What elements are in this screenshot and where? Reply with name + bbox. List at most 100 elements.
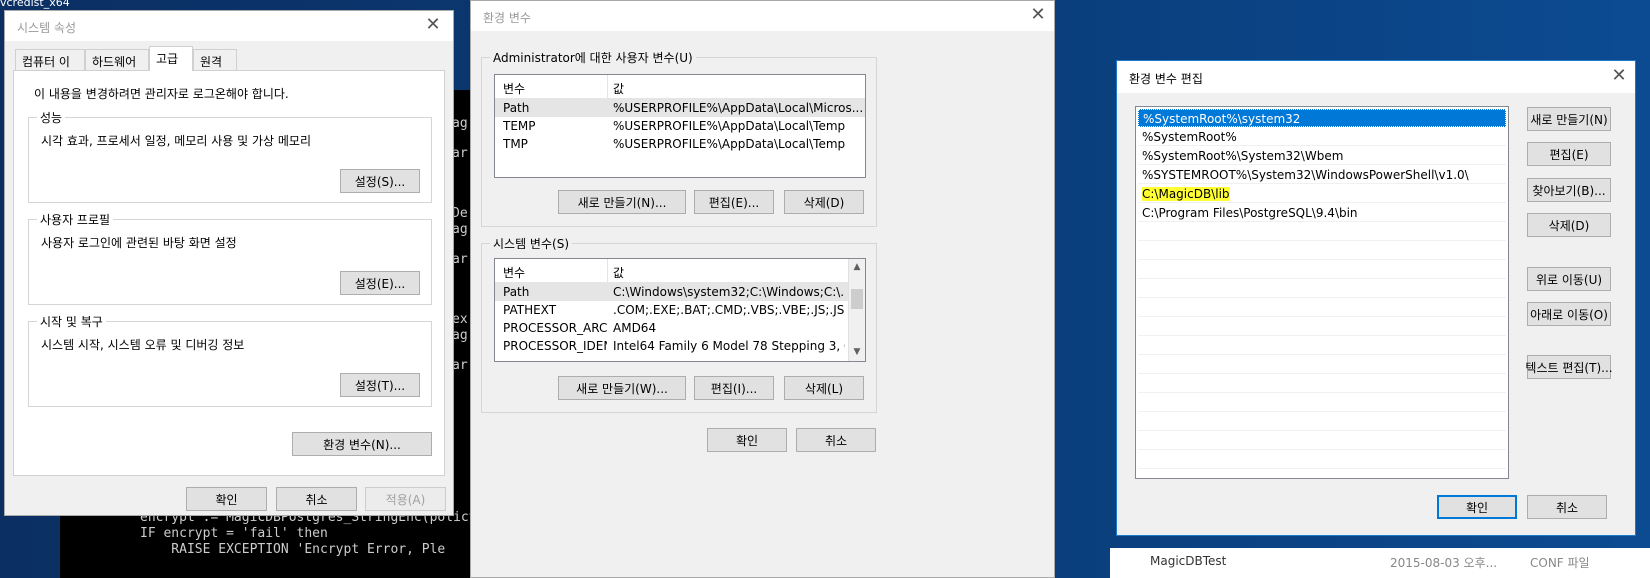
empty-list-item[interactable] (1138, 375, 1506, 393)
tab-hardware[interactable]: 하드웨어 (85, 49, 149, 71)
environment-variables-button[interactable]: 환경 변수(N)... (292, 432, 432, 456)
terminal-fragment: ag (452, 328, 468, 343)
new-button[interactable]: 새로 만들기(N) (1527, 107, 1611, 131)
column-separator[interactable] (607, 75, 608, 99)
empty-list-item[interactable] (1138, 280, 1506, 298)
profile-settings-button[interactable]: 설정(E)... (340, 271, 420, 295)
user-new-button[interactable]: 새로 만들기(N)... (558, 190, 686, 214)
title-bar[interactable]: 환경 변수 ✕ (471, 1, 1054, 31)
path-entry: %SystemRoot% (1142, 130, 1237, 144)
advanced-tab-panel: 이 내용을 변경하려면 관리자로 로그온해야 합니다. 성능 시각 효과, 프로… (13, 70, 445, 476)
ok-button[interactable]: 확인 (1437, 495, 1517, 519)
path-entry: C:\MagicDB\lib (1142, 187, 1230, 201)
variable-name: Path (503, 285, 530, 299)
group-description: 시스템 시작, 시스템 오류 및 디버깅 정보 (41, 338, 245, 352)
environment-variables-window: 환경 변수 ✕ Administrator에 대한 사용자 변수(U) 변수 값… (470, 0, 1055, 578)
startup-settings-button[interactable]: 설정(T)... (340, 373, 420, 397)
move-down-button[interactable]: 아래로 이동(O) (1527, 302, 1611, 326)
table-row[interactable]: TEMP %USERPROFILE%\AppData\Local\Temp (495, 117, 865, 135)
empty-list-item[interactable] (1138, 223, 1506, 241)
variable-name: TMP (503, 137, 528, 151)
startup-recovery-group: 시작 및 복구 시스템 시작, 시스템 오류 및 디버깅 정보 설정(T)... (28, 313, 432, 407)
tab-advanced[interactable]: 고급 (149, 46, 193, 71)
close-icon[interactable]: ✕ (421, 15, 445, 37)
ok-button[interactable]: 확인 (186, 487, 267, 511)
column-header-variable[interactable]: 변수 (503, 264, 525, 281)
table-row[interactable]: PROCESSOR_ARC... AMD64 (495, 319, 848, 337)
group-description: 사용자 로그인에 관련된 바탕 화면 설정 (41, 236, 237, 250)
scrollbar-thumb[interactable] (851, 289, 863, 309)
empty-list-item[interactable] (1138, 356, 1506, 374)
column-header-variable[interactable]: 변수 (503, 80, 525, 97)
variable-value: %USERPROFILE%\AppData\Local\Micros... (613, 101, 863, 115)
vertical-scrollbar[interactable]: ▲ ▼ (848, 259, 865, 361)
cancel-button[interactable]: 취소 (276, 487, 357, 511)
list-item[interactable]: %SYSTEMROOT%\System32\WindowsPowerShell\… (1138, 166, 1506, 184)
column-header-value[interactable]: 값 (613, 80, 624, 97)
table-row[interactable]: PROCESSOR_IDEN... Intel64 Family 6 Model… (495, 337, 848, 355)
empty-list-item[interactable] (1138, 299, 1506, 317)
cancel-button[interactable]: 취소 (796, 428, 876, 452)
path-list[interactable]: %SystemRoot%\system32 %SystemRoot% %Syst… (1135, 106, 1509, 479)
system-new-button[interactable]: 새로 만들기(W)... (558, 376, 686, 400)
list-item[interactable]: C:\MagicDB\lib (1138, 185, 1506, 203)
empty-list-item[interactable] (1138, 242, 1506, 260)
user-variables-list[interactable]: 변수 값 Path %USERPROFILE%\AppData\Local\Mi… (494, 74, 866, 178)
path-entry: %SystemRoot%\system32 (1143, 112, 1301, 126)
tab-remote[interactable]: 원격 (193, 49, 237, 71)
empty-list-item[interactable] (1138, 261, 1506, 279)
system-variables-list[interactable]: 변수 값 Path C:\Windows\system32;C:\Windows… (494, 258, 866, 362)
table-row[interactable]: Path C:\Windows\system32;C:\Windows;C:\.… (495, 283, 848, 301)
cancel-button[interactable]: 취소 (1527, 495, 1607, 519)
move-up-button[interactable]: 위로 이동(U) (1527, 267, 1611, 291)
window-title: 환경 변수 편집 (1129, 72, 1203, 86)
table-row[interactable]: Path %USERPROFILE%\AppData\Local\Micros.… (495, 99, 865, 117)
list-item[interactable]: %SystemRoot%\system32 (1138, 109, 1506, 127)
empty-list-item[interactable] (1138, 451, 1506, 469)
column-separator[interactable] (607, 259, 608, 283)
terminal-fragment: ag (452, 222, 468, 237)
group-label: 성능 (37, 109, 66, 126)
variable-value: .COM;.EXE;.BAT;.CMD;.VBS;.VBE;.JS;.JSE;.… (613, 303, 845, 317)
apply-button[interactable]: 적용(A) (365, 487, 446, 511)
table-row[interactable]: TMP %USERPROFILE%\AppData\Local\Temp (495, 135, 865, 153)
chevron-up-icon[interactable]: ▲ (849, 259, 865, 276)
list-item[interactable]: %SystemRoot% (1138, 128, 1506, 146)
edit-text-button[interactable]: 텍스트 편집(T)... (1525, 355, 1613, 379)
tab-computer-name[interactable]: 컴퓨터 이름 (15, 49, 85, 86)
edit-button[interactable]: 편집(E) (1527, 142, 1611, 166)
explorer-row[interactable]: MagicDBTest 2015-08-03 오후... CONF 파일 (1110, 548, 1650, 578)
list-item[interactable]: %SystemRoot%\System32\Wbem (1138, 147, 1506, 165)
system-delete-button[interactable]: 삭제(L) (784, 376, 864, 400)
user-variables-group: Administrator에 대한 사용자 변수(U) 변수 값 Path %U… (481, 49, 877, 227)
title-bar[interactable]: 시스템 속성 ✕ (5, 11, 453, 41)
explorer-file-type: CONF 파일 (1530, 556, 1590, 570)
variable-name: Path (503, 101, 530, 115)
column-header-value[interactable]: 값 (613, 264, 624, 281)
system-edit-button[interactable]: 편집(I)... (694, 376, 774, 400)
variable-value: Intel64 Family 6 Model 78 Stepping 3, Ge… (613, 339, 845, 353)
terminal-fragment: ar (452, 146, 468, 161)
empty-list-item[interactable] (1138, 413, 1506, 431)
system-variables-group: 시스템 변수(S) 변수 값 Path C:\Windows\system32;… (481, 235, 877, 413)
browse-button[interactable]: 찾아보기(B)... (1527, 178, 1611, 202)
ok-button[interactable]: 확인 (707, 428, 787, 452)
variable-value: AMD64 (613, 321, 657, 335)
user-delete-button[interactable]: 삭제(D) (784, 190, 864, 214)
empty-list-item[interactable] (1138, 337, 1506, 355)
terminal-line: RAISE EXCEPTION 'Encrypt Error, Ple (140, 542, 446, 557)
close-icon[interactable]: ✕ (1026, 5, 1050, 27)
system-properties-window: 시스템 속성 ✕ 컴퓨터 이름 하드웨어 고급 원격 이 내용을 변경하려면 관… (4, 10, 454, 516)
close-icon[interactable]: ✕ (1607, 66, 1631, 88)
user-profile-group: 사용자 프로필 사용자 로그인에 관련된 바탕 화면 설정 설정(E)... (28, 211, 432, 305)
empty-list-item[interactable] (1138, 432, 1506, 450)
user-edit-button[interactable]: 편집(E)... (694, 190, 774, 214)
performance-settings-button[interactable]: 설정(S)... (340, 169, 420, 193)
chevron-down-icon[interactable]: ▼ (849, 344, 865, 361)
title-bar[interactable]: 환경 변수 편집 ✕ (1117, 61, 1635, 93)
delete-button[interactable]: 삭제(D) (1527, 213, 1611, 237)
table-row[interactable]: PATHEXT .COM;.EXE;.BAT;.CMD;.VBS;.VBE;.J… (495, 301, 848, 319)
empty-list-item[interactable] (1138, 394, 1506, 412)
list-item[interactable]: C:\Program Files\PostgreSQL\9.4\bin (1138, 204, 1506, 222)
empty-list-item[interactable] (1138, 318, 1506, 336)
